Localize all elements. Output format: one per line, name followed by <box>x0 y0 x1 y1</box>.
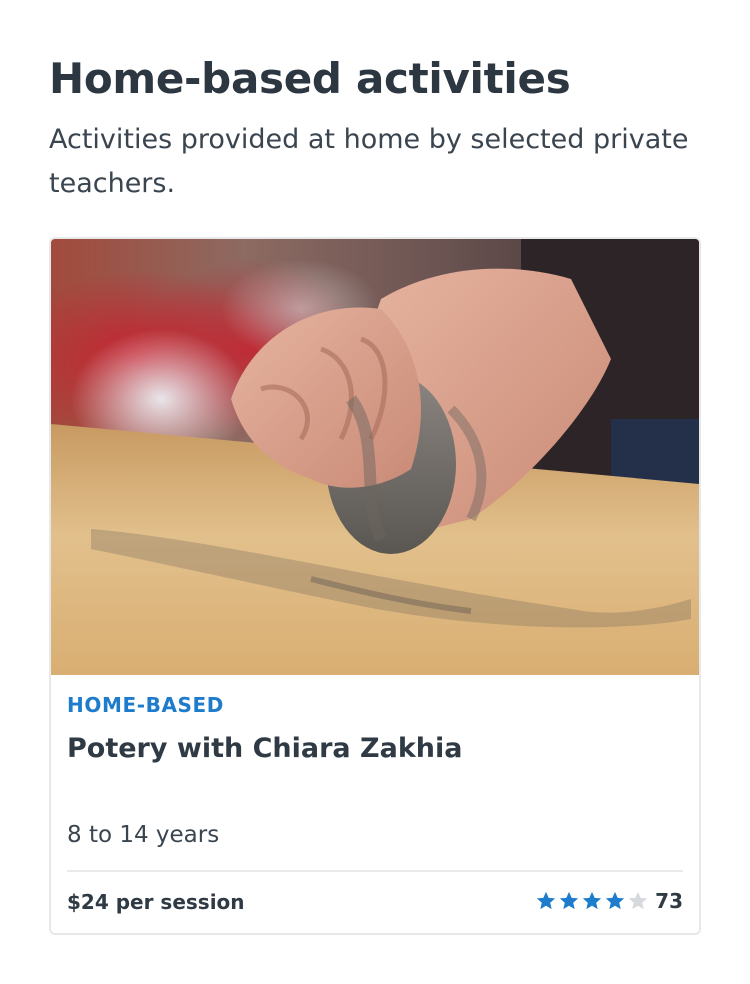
star-rating <box>535 890 649 912</box>
star-empty-icon <box>628 891 648 910</box>
page: Home-based activities Activities provide… <box>0 0 750 984</box>
category-label: HOME-BASED <box>67 693 224 717</box>
price-label: $24 per session <box>67 890 245 914</box>
review-count: 73 <box>655 889 683 913</box>
activity-title[interactable]: Potery with Chiara Zakhia <box>67 733 463 764</box>
star-filled-icon <box>559 891 579 910</box>
section-subtitle: Activities provided at home by selected … <box>49 124 689 199</box>
age-range: 8 to 14 years <box>67 822 220 848</box>
section-title: Home-based activities <box>49 54 571 103</box>
star-filled-icon <box>582 891 602 910</box>
activity-card[interactable]: HOME-BASED Potery with Chiara Zakhia 8 t… <box>49 237 701 935</box>
rating: 73 <box>535 889 683 913</box>
divider <box>67 870 683 872</box>
activity-photo[interactable] <box>51 239 699 675</box>
star-filled-icon <box>605 891 625 910</box>
star-filled-icon <box>536 891 556 910</box>
